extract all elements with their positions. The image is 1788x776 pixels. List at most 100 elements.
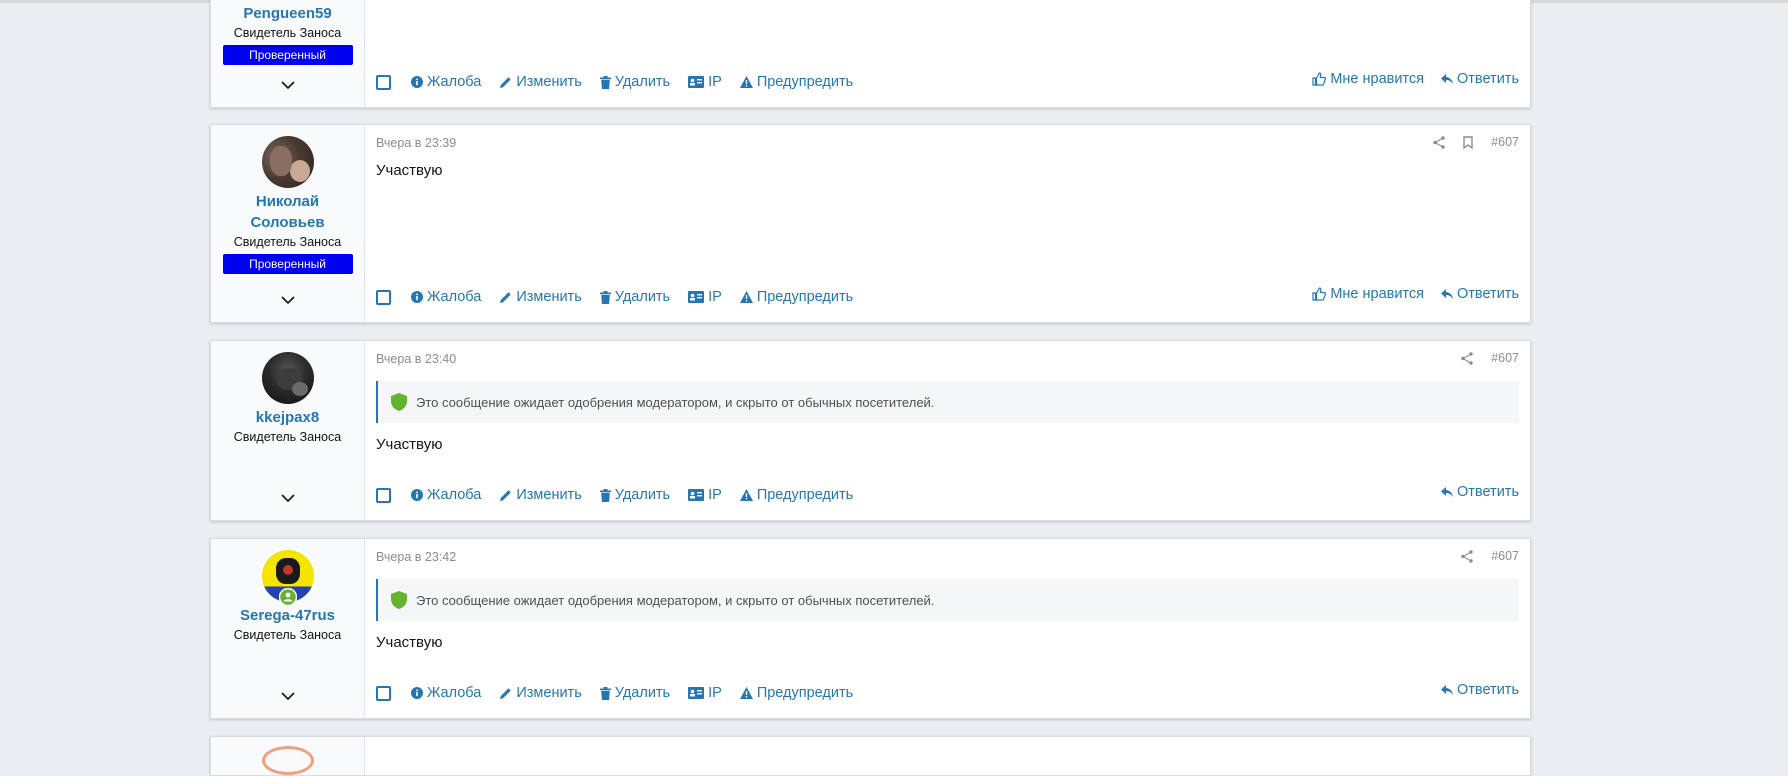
report-label: Жалоба: [427, 289, 482, 305]
reply-link[interactable]: Ответить: [1441, 682, 1519, 698]
expand-user-button[interactable]: [211, 688, 364, 706]
warn-link[interactable]: Предупредить: [739, 74, 854, 90]
moderation-notice-text: Это сообщение ожидает одобрения модерато…: [416, 394, 935, 410]
warn-label: Предупредить: [756, 74, 854, 90]
avatar[interactable]: [261, 550, 314, 606]
like-label: Мне нравится: [1330, 286, 1425, 302]
user-cell: kkejpax8 Свидетель Заноса: [211, 341, 365, 520]
bookmark-button[interactable]: [1463, 135, 1473, 149]
delete-link[interactable]: Удалить: [599, 487, 670, 503]
post-date[interactable]: Вчера в 23:39: [376, 136, 456, 150]
post-4: [210, 736, 1531, 776]
post-number-link[interactable]: #607: [1491, 549, 1519, 563]
post-1: Николай Соловьев Свидетель Заноса Провер…: [210, 124, 1531, 323]
expand-user-button[interactable]: [211, 77, 364, 95]
trash-icon: [599, 290, 611, 304]
report-link[interactable]: Жалоба: [411, 74, 481, 90]
warn-label: Предупредить: [756, 289, 854, 305]
warn-link[interactable]: Предупредить: [739, 685, 853, 701]
pencil-icon: [500, 489, 512, 501]
post-meta-right: #607: [1447, 549, 1519, 563]
reply-link[interactable]: Ответить: [1441, 286, 1519, 302]
edit-link[interactable]: Изменить: [499, 487, 582, 503]
expand-user-button[interactable]: [211, 490, 364, 508]
pencil-icon: [500, 76, 512, 88]
edit-link[interactable]: Изменить: [499, 685, 582, 701]
like-link[interactable]: Мне нравится: [1312, 71, 1424, 87]
post-actions-right: Ответить: [1424, 682, 1519, 698]
ip-link[interactable]: IP: [688, 289, 722, 305]
post-body: Участвую: [376, 436, 443, 453]
reply-label: Ответить: [1457, 71, 1519, 87]
pencil-icon: [500, 687, 512, 699]
post-main: Жалоба Изменить Удалить IP Предупредить: [365, 0, 1530, 107]
username-link[interactable]: Pengueen59: [228, 3, 348, 24]
reply-icon: [1441, 685, 1454, 695]
report-link[interactable]: Жалоба: [411, 487, 481, 503]
select-post-checkbox[interactable]: [376, 289, 391, 305]
username-link[interactable]: kkejpax8: [228, 407, 348, 428]
edit-link[interactable]: Изменить: [499, 289, 582, 305]
reply-icon: [1441, 487, 1454, 497]
post-actions-left: Жалоба Изменить Удалить IP Предупредить: [376, 487, 871, 503]
select-post-checkbox[interactable]: [376, 685, 391, 701]
reply-label: Ответить: [1457, 484, 1519, 500]
edit-link[interactable]: Изменить: [499, 74, 582, 90]
post-number-link[interactable]: #607: [1491, 135, 1519, 149]
verified-badge: Проверенный: [222, 254, 353, 274]
post-date[interactable]: Вчера в 23:40: [376, 352, 456, 366]
reply-link[interactable]: Ответить: [1441, 484, 1519, 500]
share-button[interactable]: [1461, 351, 1473, 365]
avatar[interactable]: [261, 746, 314, 775]
info-circle-icon: [411, 76, 423, 88]
user-title: Свидетель Заноса: [233, 430, 342, 444]
warning-icon: [739, 76, 753, 88]
expand-user-button[interactable]: [211, 292, 364, 310]
post-number-link[interactable]: #607: [1491, 351, 1519, 365]
select-post-checkbox[interactable]: [376, 487, 391, 503]
post-actions-right: Мне нравится Ответить: [1295, 71, 1519, 87]
delete-link[interactable]: Удалить: [599, 685, 670, 701]
moderation-notice-text: Это сообщение ожидает одобрения модерато…: [416, 592, 935, 608]
delete-link[interactable]: Удалить: [599, 74, 671, 90]
chevron-down-icon: [280, 296, 295, 305]
share-icon: [1461, 549, 1473, 563]
trash-icon: [599, 686, 611, 700]
ip-link[interactable]: IP: [688, 74, 722, 90]
chevron-down-icon: [280, 494, 295, 503]
warn-link[interactable]: Предупредить: [739, 289, 854, 305]
like-link[interactable]: Мне нравится: [1312, 286, 1424, 302]
warn-link[interactable]: Предупредить: [739, 487, 853, 503]
post-date[interactable]: Вчера в 23:42: [376, 550, 456, 564]
delete-link[interactable]: Удалить: [599, 289, 670, 305]
info-circle-icon: [411, 291, 423, 303]
select-post-checkbox[interactable]: [376, 74, 391, 90]
post-actions-left: Жалоба Изменить Удалить IP Предупредить: [376, 289, 871, 305]
pencil-icon: [500, 291, 512, 303]
reply-label: Ответить: [1457, 286, 1519, 302]
edit-label: Изменить: [516, 685, 582, 701]
username-link[interactable]: Serega-47rus: [228, 605, 348, 626]
shield-icon: [391, 591, 407, 609]
delete-label: Удалить: [614, 74, 671, 90]
username-link[interactable]: Николай Соловьев: [228, 191, 348, 233]
post-main: Вчера в 23:42 #607 Это сообщение ожидает…: [365, 539, 1530, 718]
ip-link[interactable]: IP: [688, 685, 722, 701]
report-link[interactable]: Жалоба: [411, 685, 481, 701]
post-actions-right: Мне нравится Ответить: [1295, 286, 1519, 302]
post-actions-right: Ответить: [1424, 484, 1519, 500]
share-button[interactable]: [1461, 549, 1473, 563]
ip-link[interactable]: IP: [688, 487, 722, 503]
share-button[interactable]: [1433, 135, 1445, 149]
avatar[interactable]: [261, 352, 314, 404]
chevron-down-icon: [280, 81, 295, 90]
report-link[interactable]: Жалоба: [411, 289, 481, 305]
like-label: Мне нравится: [1330, 71, 1425, 87]
reply-link[interactable]: Ответить: [1441, 71, 1519, 87]
reply-label: Ответить: [1457, 682, 1519, 698]
post-main: [365, 737, 1530, 775]
reply-icon: [1441, 289, 1454, 299]
trash-icon: [599, 75, 611, 89]
avatar[interactable]: [261, 136, 314, 188]
report-label: Жалоба: [427, 685, 482, 701]
